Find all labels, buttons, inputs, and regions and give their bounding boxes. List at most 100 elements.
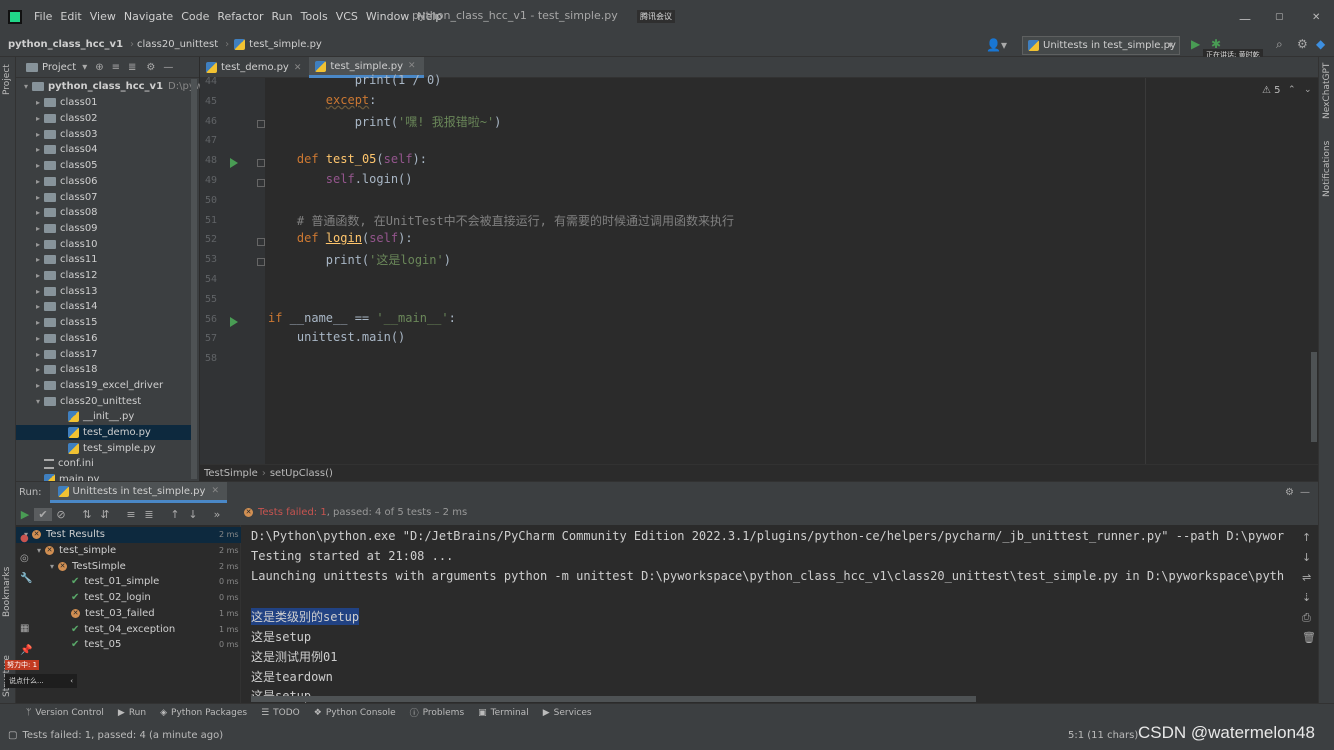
chevron-right-icon[interactable]: ▸ bbox=[32, 365, 44, 374]
wrench-icon[interactable]: 🔧 bbox=[20, 573, 32, 584]
tab-python-packages[interactable]: ◈ Python Packages bbox=[160, 708, 247, 718]
scroll-end-icon[interactable]: ⇣ bbox=[1302, 591, 1311, 604]
bookmarks-tool-tab[interactable]: Bookmarks bbox=[2, 567, 12, 617]
tab-version-control[interactable]: ᛘ Version Control bbox=[26, 708, 104, 718]
layout-icon[interactable]: ▦ bbox=[20, 623, 29, 634]
run-gutter-icon[interactable] bbox=[230, 316, 238, 327]
menu-code[interactable]: Code bbox=[181, 10, 209, 23]
tab-todo[interactable]: ☰ TODO bbox=[261, 708, 300, 718]
code-line[interactable]: print(1 / 0) bbox=[268, 73, 442, 87]
show-passed-icon[interactable]: ✔ bbox=[34, 507, 52, 521]
project-tree-item[interactable]: ▸ class05 bbox=[16, 158, 191, 174]
tab-python-console[interactable]: ❖ Python Console bbox=[314, 708, 396, 718]
hide-icon[interactable]: — bbox=[163, 62, 173, 73]
menu-window[interactable]: Window bbox=[366, 10, 409, 23]
breadcrumb-class[interactable]: TestSimple bbox=[204, 468, 258, 479]
project-tree-item[interactable]: test_simple.py bbox=[16, 440, 191, 456]
code-line[interactable]: unittest.main() bbox=[268, 330, 405, 344]
collapse-all-icon[interactable]: ≣ bbox=[140, 508, 158, 521]
project-tree-item[interactable]: conf.ini bbox=[16, 456, 191, 472]
tab-run[interactable]: ▶ Run bbox=[118, 708, 146, 718]
breadcrumb-method[interactable]: setUpClass() bbox=[270, 468, 333, 479]
project-tool-tab[interactable]: Project bbox=[2, 64, 12, 95]
breadcrumb-folder[interactable]: class20_unittest bbox=[137, 39, 218, 50]
project-tree-item[interactable]: ▸ class04 bbox=[16, 142, 191, 158]
debug-icon[interactable]: ● bbox=[20, 533, 29, 544]
fold-icon[interactable] bbox=[257, 159, 265, 168]
maximize-button[interactable]: ▢ bbox=[1275, 12, 1284, 22]
chevron-left-icon[interactable]: ‹ bbox=[70, 677, 73, 685]
collapse-all-icon[interactable]: ≣ bbox=[128, 62, 136, 73]
code-line[interactable]: if __name__ == '__main__': bbox=[268, 311, 456, 325]
chevron-down-icon[interactable]: ▾ bbox=[33, 546, 45, 555]
chevron-right-icon[interactable]: ▸ bbox=[32, 287, 44, 296]
rerun-icon[interactable]: ▶ bbox=[16, 508, 34, 521]
project-tree-item[interactable]: ▸ class10 bbox=[16, 236, 191, 252]
chevron-right-icon[interactable]: ▸ bbox=[32, 240, 44, 249]
test-tree-item[interactable]: ✕ test_03_failed 1 ms bbox=[16, 606, 241, 622]
chevron-down-icon[interactable]: ▾ bbox=[46, 562, 58, 571]
sort-alpha-icon[interactable]: ⇅ bbox=[78, 508, 96, 521]
chevron-right-icon[interactable]: ▸ bbox=[32, 208, 44, 217]
meeting-badge[interactable]: 腾讯会议 bbox=[637, 10, 675, 23]
gear-icon[interactable]: ⚙ bbox=[1285, 487, 1294, 498]
scroll-down-icon[interactable]: ↓ bbox=[1302, 551, 1311, 564]
more-icon[interactable]: » bbox=[208, 508, 226, 521]
trash-icon[interactable]: 🗑 bbox=[1302, 631, 1316, 644]
menu-navigate[interactable]: Navigate bbox=[124, 10, 173, 23]
console-hscrollbar[interactable] bbox=[251, 696, 976, 702]
test-tree-item[interactable]: ✔ test_01_simple 0 ms bbox=[16, 574, 241, 590]
test-tree-item[interactable]: ✔ test_04_exception 1 ms bbox=[16, 621, 241, 637]
status-message[interactable]: Tests failed: 1, passed: 4 (a minute ago… bbox=[22, 730, 223, 741]
test-tree-item[interactable]: ✔ test_05 0 ms bbox=[16, 637, 241, 653]
expand-all-icon[interactable]: ≡ bbox=[122, 508, 140, 521]
menu-refactor[interactable]: Refactor bbox=[217, 10, 263, 23]
cursor-position[interactable]: 5:1 (11 chars) bbox=[1068, 730, 1138, 741]
chevron-up-icon[interactable]: ⌃ bbox=[1288, 85, 1296, 95]
menu-edit[interactable]: Edit bbox=[60, 10, 81, 23]
project-tree-item[interactable]: ▸ class11 bbox=[16, 252, 191, 268]
test-tree-item[interactable]: ▾ ✕ test_simple 2 ms bbox=[16, 543, 241, 559]
chevron-right-icon[interactable]: ▸ bbox=[32, 381, 44, 390]
menu-vcs[interactable]: VCS bbox=[336, 10, 358, 23]
fold-icon[interactable] bbox=[257, 179, 265, 187]
project-tree-item[interactable]: ▸ class16 bbox=[16, 331, 191, 347]
chevron-right-icon[interactable]: ▸ bbox=[32, 114, 44, 123]
notifications-tool-tab[interactable]: Notifications bbox=[1322, 141, 1332, 197]
chevron-down-icon[interactable]: ▾ bbox=[32, 397, 44, 406]
project-tree-item[interactable]: ▸ class08 bbox=[16, 205, 191, 221]
project-panel-title[interactable]: Project bbox=[42, 62, 76, 73]
chevron-right-icon[interactable]: ▸ bbox=[32, 145, 44, 154]
run-icon[interactable]: ▶ bbox=[1191, 37, 1200, 51]
menu-view[interactable]: View bbox=[90, 10, 116, 23]
close-icon[interactable]: ✕ bbox=[408, 61, 416, 71]
tab-services[interactable]: ▶ Services bbox=[543, 708, 592, 718]
run-gutter-icon[interactable] bbox=[230, 158, 238, 169]
code-line[interactable]: print('嘿! 我报错啦~') bbox=[268, 113, 502, 130]
chevron-right-icon[interactable]: ▸ bbox=[32, 318, 44, 327]
comment-popup[interactable]: 说点什么... ‹ bbox=[5, 674, 77, 688]
breadcrumb-project[interactable]: python_class_hcc_v1 bbox=[8, 39, 123, 50]
project-tree-item[interactable]: ▸ class13 bbox=[16, 283, 191, 299]
project-tree-item[interactable]: ▸ class18 bbox=[16, 362, 191, 378]
show-ignored-icon[interactable]: ⊘ bbox=[52, 508, 70, 521]
project-tree-item[interactable]: ▸ class09 bbox=[16, 221, 191, 237]
project-tree-item[interactable]: ▸ class19_excel_driver bbox=[16, 378, 191, 394]
chevron-right-icon[interactable]: ▸ bbox=[32, 271, 44, 280]
nexchatgpt-tool-tab[interactable]: NexChatGPT bbox=[1322, 63, 1332, 119]
chevron-right-icon[interactable]: ▸ bbox=[32, 334, 44, 343]
project-tree-item[interactable]: ▾ class20_unittest bbox=[16, 393, 191, 409]
code-line[interactable]: def login(self): bbox=[268, 231, 413, 245]
chevron-right-icon[interactable]: ▸ bbox=[32, 350, 44, 359]
project-tree-item[interactable]: test_demo.py bbox=[16, 424, 191, 441]
fold-icon[interactable] bbox=[257, 119, 265, 128]
camera-icon[interactable]: ◎ bbox=[20, 553, 29, 564]
project-tree-item[interactable]: ▸ class01 bbox=[16, 95, 191, 111]
tab-terminal[interactable]: ▣ Terminal bbox=[478, 708, 529, 718]
project-tree-item[interactable]: ▸ class12 bbox=[16, 268, 191, 284]
chevron-right-icon[interactable]: ▸ bbox=[32, 255, 44, 264]
pin-icon[interactable]: 📌 bbox=[20, 645, 32, 656]
code-line[interactable]: print('这是login') bbox=[268, 251, 451, 268]
previous-icon[interactable]: ↑ bbox=[166, 508, 184, 521]
code-line[interactable]: # 普通函数, 在UnitTest中不会被直接运行, 有需要的时候通过调用函数来… bbox=[268, 212, 734, 229]
